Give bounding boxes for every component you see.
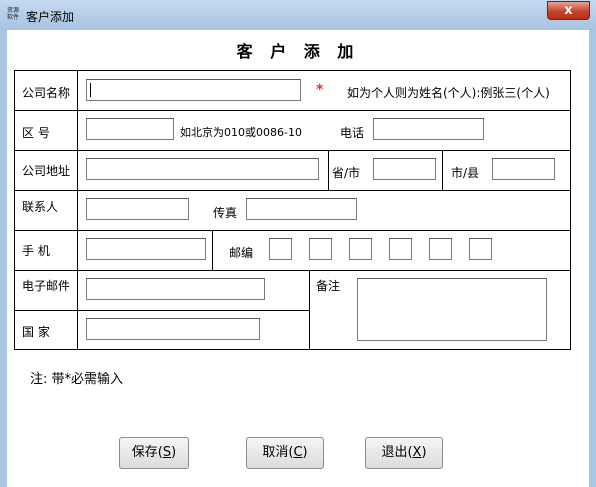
city-input[interactable]	[492, 158, 555, 180]
email-label: 电子邮件	[22, 279, 71, 293]
required-note: 注: 带*必需输入	[30, 372, 124, 387]
grid-line	[77, 70, 78, 350]
postcode-digit[interactable]	[269, 238, 292, 260]
exit-shortcut-key: X	[412, 445, 422, 460]
app-logo-icon: 资源 软件	[6, 7, 19, 21]
company-hint: 如为个人则为姓名(个人):例张三(个人)	[347, 86, 550, 100]
grid-line	[14, 70, 15, 350]
mobile-label: 手 机	[22, 244, 50, 258]
country-label: 国 家	[22, 325, 50, 339]
grid-line	[309, 270, 310, 350]
remark-textarea[interactable]	[357, 278, 547, 341]
postcode-digit[interactable]	[309, 238, 332, 260]
required-mark: *	[316, 82, 324, 98]
exit-button-label: 退出	[381, 445, 408, 460]
grid-line	[14, 310, 309, 311]
cancel-button-label: 取消	[262, 445, 289, 460]
area-code-label: 区 号	[22, 126, 50, 140]
province-input[interactable]	[373, 158, 436, 180]
address-input[interactable]	[86, 158, 319, 180]
area-code-hint: 如北京为010或0086-10	[180, 126, 302, 139]
grid-line	[14, 110, 571, 111]
province-label: 省/市	[332, 166, 361, 180]
cancel-button[interactable]: 取消(C)	[246, 437, 324, 469]
dialog-body: 客 户 添 加 公司名称 * 如为个人则为姓名(个人):例张三(个人) 区 号 …	[7, 30, 589, 487]
postcode-digit[interactable]	[389, 238, 412, 260]
grid-line	[14, 70, 571, 71]
grid-line	[14, 150, 571, 151]
grid-line	[14, 230, 571, 231]
address-label: 公司地址	[22, 164, 71, 178]
save-shortcut-key: S	[162, 445, 172, 460]
form-heading: 客 户 添 加	[236, 42, 360, 61]
contact-input[interactable]	[86, 198, 189, 220]
postcode-label: 邮编	[229, 246, 254, 260]
phone-input[interactable]	[373, 118, 484, 140]
country-input[interactable]	[86, 318, 260, 340]
postcode-digit[interactable]	[469, 238, 492, 260]
company-input[interactable]	[86, 79, 301, 101]
grid-line	[212, 230, 213, 270]
fax-label: 传真	[213, 206, 238, 220]
save-button-label: 保存	[131, 445, 158, 460]
cancel-shortcut-key: C	[293, 445, 303, 460]
phone-label: 电话	[340, 126, 365, 140]
grid-line	[442, 150, 443, 190]
grid-line	[570, 70, 571, 350]
postcode-digit[interactable]	[349, 238, 372, 260]
grid-line	[14, 190, 571, 191]
company-label: 公司名称	[22, 86, 71, 100]
area-code-input[interactable]	[86, 118, 174, 140]
remark-label: 备注	[316, 279, 341, 293]
contact-label: 联系人	[22, 200, 59, 214]
form-grid: 公司名称 * 如为个人则为姓名(个人):例张三(个人) 区 号 如北京为010或…	[14, 70, 571, 350]
exit-button[interactable]: 退出(X)	[365, 437, 443, 469]
grid-line	[14, 349, 571, 350]
save-button[interactable]: 保存(S)	[119, 437, 189, 469]
window-title: 客户添加	[26, 10, 75, 24]
grid-line	[14, 270, 571, 271]
text-caret	[90, 83, 91, 97]
fax-input[interactable]	[246, 198, 357, 220]
grid-line	[328, 150, 329, 190]
window-frame: 资源 软件 客户添加 x 客 户 添 加 公司名称 * 如为个人则为姓名(个人)…	[0, 0, 596, 487]
mobile-input[interactable]	[86, 238, 206, 260]
close-button[interactable]: x	[547, 1, 590, 20]
city-label: 市/县	[451, 166, 480, 180]
email-input[interactable]	[86, 278, 265, 300]
postcode-digit[interactable]	[429, 238, 452, 260]
title-bar[interactable]: 资源 软件 客户添加 x	[0, 0, 596, 30]
